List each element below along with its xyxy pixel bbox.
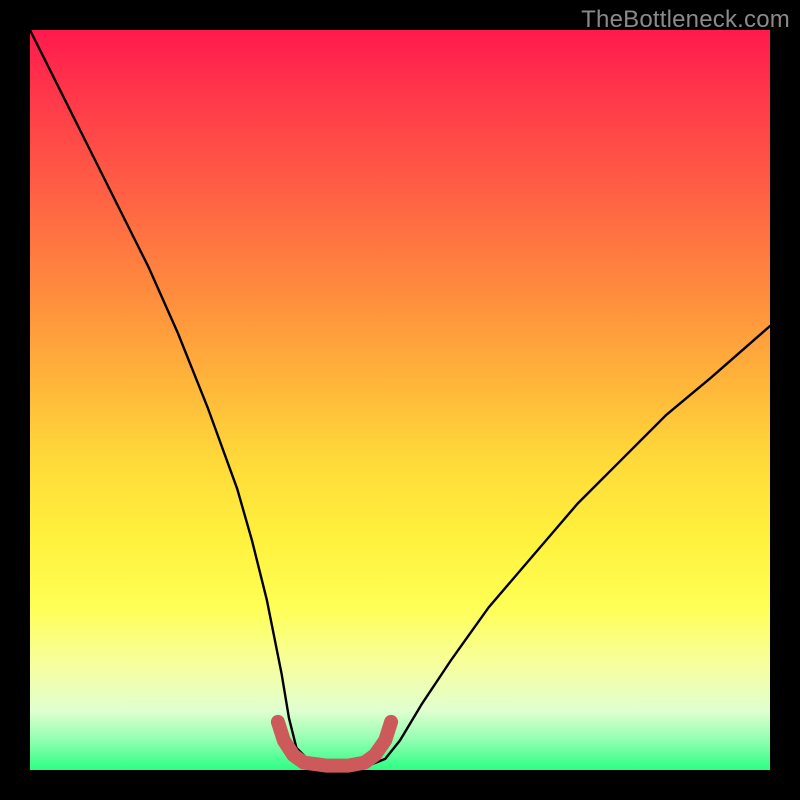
chart-frame: TheBottleneck.com <box>0 0 800 800</box>
plot-area <box>30 30 770 770</box>
curve-layer <box>30 30 770 770</box>
watermark-text: TheBottleneck.com <box>581 6 790 34</box>
bottleneck-curve <box>30 30 770 766</box>
